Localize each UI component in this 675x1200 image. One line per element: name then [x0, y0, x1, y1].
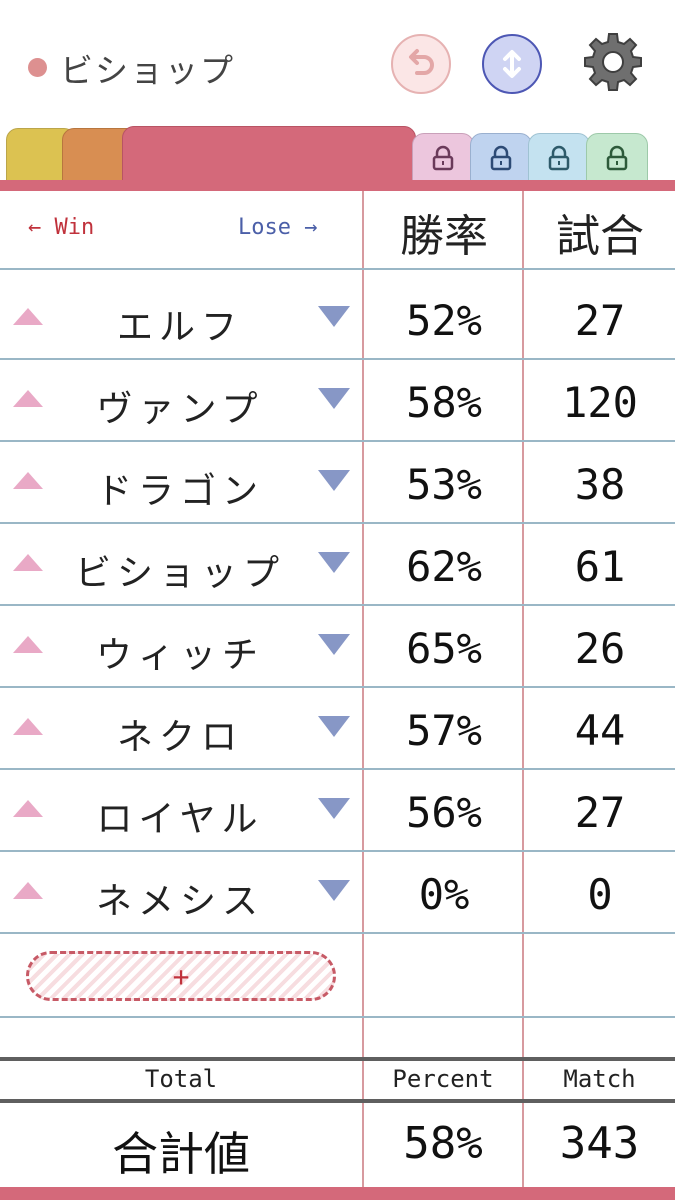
win-increment-button[interactable] — [13, 800, 43, 817]
add-label: + — [172, 959, 190, 993]
swap-vertical-icon — [503, 50, 521, 78]
opponent-class: ネメシス — [95, 881, 264, 922]
lose-increment-button[interactable] — [318, 634, 350, 655]
table-row: ビショップ 62% 61 — [0, 524, 675, 606]
page-title: ビショップ — [60, 51, 235, 90]
win-increment-button[interactable] — [13, 308, 43, 325]
totals-divider — [0, 1057, 675, 1061]
swap-order-button[interactable] — [482, 34, 542, 94]
totals-divider — [0, 1099, 675, 1103]
opponent-class: ネクロ — [116, 717, 243, 758]
win-rate-value: 56% — [406, 788, 482, 837]
tab-locked-pink[interactable] — [412, 133, 474, 183]
opponent-class: ドラゴン — [95, 471, 264, 512]
tab-locked-sky[interactable] — [528, 133, 590, 183]
win-rate-value: 58% — [406, 378, 482, 427]
match-label: Match — [563, 1065, 636, 1093]
lock-icon — [548, 145, 570, 171]
total-percent-value: 58% — [403, 1118, 483, 1169]
opponent-class: ウィッチ — [95, 635, 264, 676]
lose-header: Lose → — [238, 215, 318, 240]
win-rate-value: 53% — [406, 460, 482, 509]
app-header: ビショップ — [0, 0, 675, 125]
win-rate-value: 52% — [406, 296, 482, 345]
matches-header: 試合 — [556, 211, 644, 262]
total-label: Total — [144, 1065, 218, 1093]
lock-icon — [490, 145, 512, 171]
total-name: 合計値 — [112, 1127, 250, 1181]
gear-icon — [584, 33, 642, 91]
win-increment-button[interactable] — [13, 882, 43, 899]
opponent-class: ビショップ — [74, 553, 285, 594]
undo-button[interactable] — [391, 34, 451, 94]
lose-increment-button[interactable] — [318, 470, 350, 491]
table-row: ウィッチ 65% 26 — [0, 606, 675, 688]
lock-icon — [432, 145, 454, 171]
win-increment-button[interactable] — [13, 472, 43, 489]
match-count-value: 27 — [574, 788, 626, 837]
deck-tabs — [0, 125, 675, 183]
win-rate-value: 0% — [418, 870, 470, 919]
table-row: ネクロ 57% 44 — [0, 688, 675, 770]
match-count-value: 61 — [574, 542, 626, 591]
win-increment-button[interactable] — [13, 718, 43, 735]
percent-label: Percent — [392, 1065, 494, 1093]
lose-increment-button[interactable] — [318, 552, 350, 573]
tab-locked-blue[interactable] — [470, 133, 532, 183]
table-row: ドラゴン 53% 38 — [0, 442, 675, 524]
tab-locked-green[interactable] — [586, 133, 648, 183]
match-count-value: 27 — [574, 296, 626, 345]
match-count-value: 26 — [574, 624, 626, 673]
opponent-class: エルフ — [116, 307, 243, 348]
win-increment-button[interactable] — [13, 390, 43, 407]
footer-band — [0, 1187, 675, 1200]
table-row: ヴァンプ 58% 120 — [0, 360, 675, 442]
lose-increment-button[interactable] — [318, 716, 350, 737]
undo-icon — [409, 49, 434, 75]
win-rate-value: 62% — [406, 542, 482, 591]
lock-icon — [606, 145, 628, 171]
table-row: ネメシス 0% 0 — [0, 852, 675, 934]
win-increment-button[interactable] — [13, 554, 43, 571]
win-rate-header: 勝率 — [400, 211, 488, 262]
opponent-class: ロイヤル — [96, 799, 264, 840]
opponent-class: ヴァンプ — [96, 389, 264, 430]
tab-active[interactable] — [122, 126, 416, 183]
add-class-button[interactable]: + — [26, 951, 336, 1001]
row-divider — [0, 268, 675, 270]
win-increment-button[interactable] — [13, 636, 43, 653]
row-divider — [0, 1016, 675, 1018]
table-row: ロイヤル 56% 27 — [0, 770, 675, 852]
match-count-value: 0 — [587, 870, 613, 919]
lose-increment-button[interactable] — [318, 306, 350, 327]
match-count-value: 44 — [574, 706, 626, 755]
lose-increment-button[interactable] — [318, 798, 350, 819]
total-match-value: 343 — [559, 1118, 640, 1169]
lose-increment-button[interactable] — [318, 388, 350, 409]
win-header: ← Win — [28, 215, 95, 240]
tab-band — [0, 180, 675, 191]
settings-button[interactable] — [580, 30, 646, 96]
win-rate-value: 57% — [406, 706, 482, 755]
match-count-value: 38 — [574, 460, 626, 509]
match-count-value: 120 — [562, 378, 638, 427]
deck-color-dot — [28, 58, 47, 77]
table-row: エルフ 52% 27 — [0, 278, 675, 360]
win-rate-value: 65% — [406, 624, 482, 673]
lose-increment-button[interactable] — [318, 880, 350, 901]
